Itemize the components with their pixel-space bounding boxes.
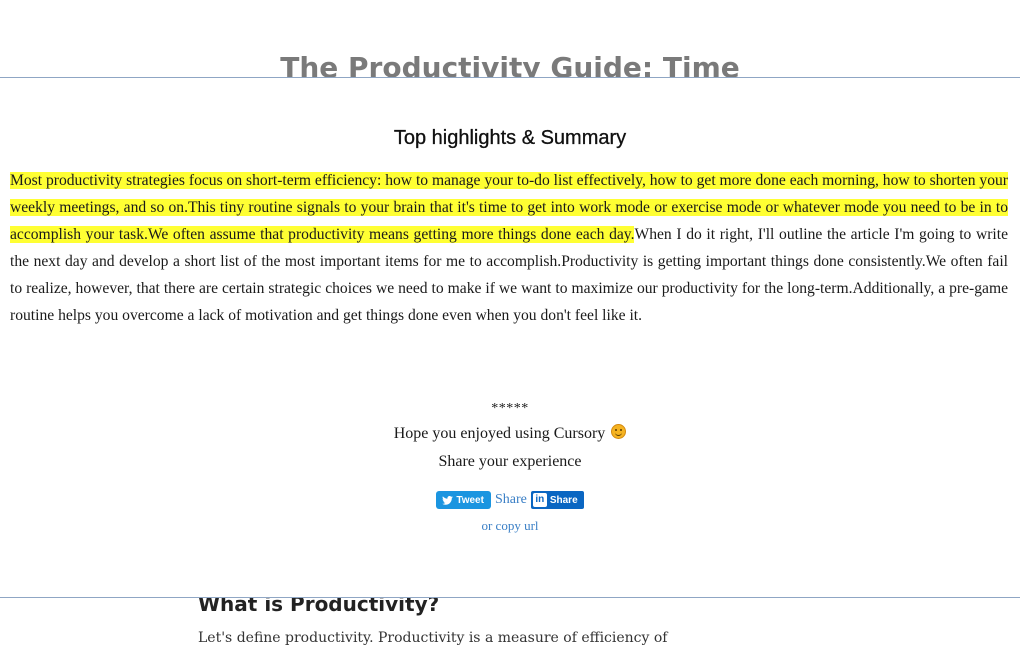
article-paragraph: Let's define productivity. Productivity … — [198, 630, 668, 646]
summary-footer: ***** Hope you enjoyed using Cursory Sha… — [0, 398, 1020, 536]
share-prompt: Share your experience — [438, 453, 582, 470]
linkedin-share-label: Share — [549, 494, 578, 506]
share-row: Tweet Share in Share — [0, 490, 1020, 510]
separator: ***** — [491, 401, 529, 416]
thanks-text: Hope you enjoyed using Cursory — [393, 425, 606, 442]
twitter-bird-icon — [442, 495, 454, 505]
summary-heading: Top highlights & Summary — [393, 127, 627, 149]
thanks-line: Hope you enjoyed using Cursory — [0, 420, 1020, 448]
highlight-3: We often assume that productivity means … — [147, 226, 635, 243]
linkedin-icon: in — [532, 493, 547, 507]
tweet-button[interactable]: Tweet — [436, 491, 491, 509]
summary-text: Most productivity strategies focus on sh… — [10, 167, 1008, 329]
summary-overlay: Top highlights & Summary Most productivi… — [0, 77, 1020, 598]
smile-emoji-icon — [611, 424, 627, 439]
tweet-label: Tweet — [456, 494, 484, 506]
copy-url-link[interactable]: or copy url — [0, 516, 1020, 536]
linkedin-share-button[interactable]: in Share — [530, 491, 584, 509]
share-link[interactable]: Share — [495, 492, 527, 508]
